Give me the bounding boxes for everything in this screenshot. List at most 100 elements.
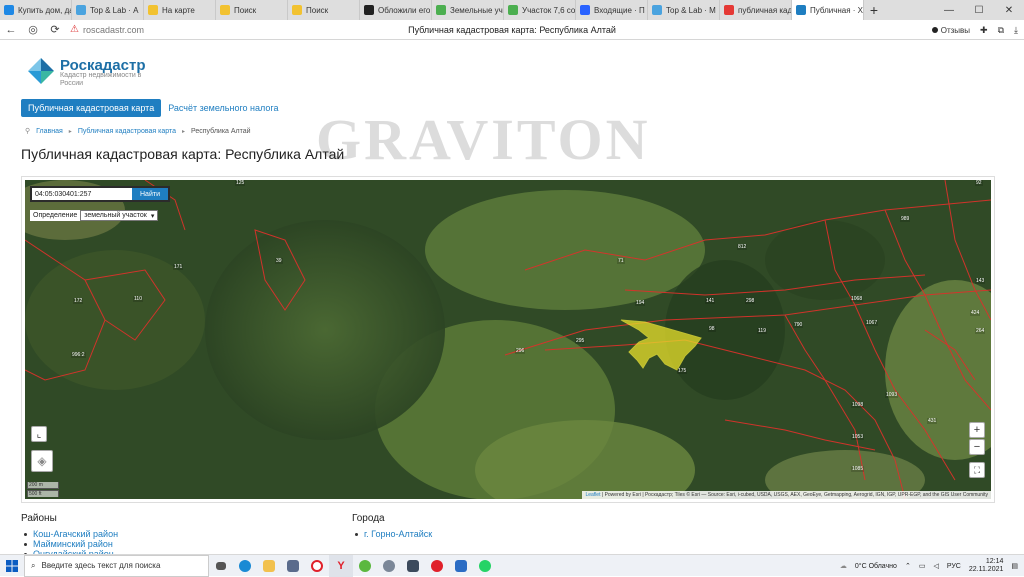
breadcrumb: ⚲ Главная ▸ Публичная кадастровая карта … [25, 127, 251, 136]
opera-icon[interactable] [305, 555, 329, 577]
volume-icon[interactable]: ◁ [933, 562, 938, 570]
tab-favicon-icon [652, 5, 662, 15]
tab-label: Купить дом, да [18, 5, 72, 15]
parcel-number-label: 39 [275, 258, 283, 264]
parcel-number-label: 1098 [851, 402, 865, 408]
maximize-button[interactable]: ☐ [964, 0, 994, 20]
browser-tab[interactable]: Обложили его [360, 0, 432, 20]
tab-favicon-icon [364, 5, 374, 15]
tab-favicon-icon [724, 5, 734, 15]
brand-subtitle: Кадастр недвижимости в России [60, 72, 142, 87]
parcel-number-label: 175 [677, 368, 688, 374]
parcel-number-label: 989 [900, 216, 911, 222]
store-icon[interactable] [281, 555, 305, 577]
zoom-out-button[interactable]: − [969, 439, 985, 455]
breadcrumb-separator-icon: ▸ [68, 128, 72, 135]
collections-icon[interactable]: ⧉ [998, 25, 1004, 36]
browser-tab[interactable]: Публичная · Х [792, 0, 864, 20]
site-nav: Публичная кадастровая карта Расчёт земел… [21, 99, 285, 117]
photos-icon[interactable] [449, 555, 473, 577]
url-field[interactable]: ⚠ roscadastr.com [70, 24, 144, 35]
weather-icon[interactable]: ☁ [840, 562, 847, 570]
yandex-icon[interactable] [425, 555, 449, 577]
parcel-number-label: 790 [793, 322, 804, 328]
language-indicator[interactable]: РУС [947, 563, 961, 570]
close-window-button[interactable]: ✕ [994, 0, 1024, 20]
start-button[interactable] [0, 555, 24, 577]
breadcrumb-map[interactable]: Публичная кадастровая карта [78, 128, 176, 135]
scale-metric: 200 m [27, 482, 59, 489]
browser-tab[interactable]: Земельные уч [432, 0, 504, 20]
region-link[interactable]: Майминский район [24, 539, 118, 549]
browser-tab[interactable]: На карте [144, 0, 216, 20]
minimize-button[interactable]: — [934, 0, 964, 20]
regions-title: Районы [21, 513, 57, 524]
scale-imperial: 500 ft [27, 490, 59, 497]
tab-favicon-icon [4, 5, 14, 15]
warning-icon: ⚠ [70, 24, 79, 35]
cities-title: Города [352, 513, 385, 524]
tab-label: Обложили его [378, 5, 431, 15]
reload-icon[interactable]: ⟳ [44, 20, 66, 40]
edge-icon[interactable] [233, 555, 257, 577]
notifications-icon[interactable]: ▤ [1011, 562, 1018, 570]
file-explorer-icon[interactable] [257, 555, 281, 577]
tab-favicon-icon [292, 5, 302, 15]
parcel-number-label: 298 [745, 298, 756, 304]
taskbar-search[interactable]: ⌕ Введите здесь текст для поиска [24, 554, 209, 577]
browser-tab[interactable]: Участок 7,6 со [504, 0, 576, 20]
definition-label: Определение [33, 212, 78, 219]
breadcrumb-home[interactable]: Главная [36, 128, 63, 135]
tray-chevron-icon[interactable]: ⌃ [905, 562, 911, 570]
tab-label: Входящие · П [594, 5, 645, 15]
weather-text[interactable]: 0°C Облачно [855, 563, 897, 570]
measure-tool-button[interactable]: ⌞ [31, 426, 47, 442]
leaflet-link[interactable]: Leaflet [585, 492, 600, 498]
tab-label: Top & Lab · М [666, 5, 716, 15]
parcel-number-label: 110 [133, 296, 143, 302]
cadastral-number-input[interactable] [32, 188, 132, 200]
task-view-icon[interactable] [209, 555, 233, 577]
browser-tab[interactable]: Top & Lab · А [72, 0, 144, 20]
bookmark-icon[interactable]: ✚ [980, 25, 988, 36]
browser-tab[interactable]: Поиск [216, 0, 288, 20]
browser-tab[interactable]: Купить дом, да [0, 0, 72, 20]
download-icon[interactable]: ⤓ [1014, 25, 1018, 36]
settings-icon[interactable] [377, 555, 401, 577]
region-link[interactable]: Кош-Агачский район [24, 529, 118, 539]
cities-list: г. Горно-Алтайск [355, 529, 432, 539]
back-icon[interactable]: ← [0, 20, 22, 40]
url-text: roscadastr.com [82, 24, 144, 35]
tab-land-tax[interactable]: Расчёт земельного налога [161, 99, 285, 117]
tab-label: Поиск [234, 5, 257, 15]
clock[interactable]: 12:14 22.11.2021 [969, 558, 1004, 574]
tab-favicon-icon [508, 5, 518, 15]
feedback-button[interactable]: Отзывы [931, 26, 970, 35]
search-button[interactable]: Найти [132, 188, 168, 200]
search-icon: ⌕ [31, 560, 36, 570]
breadcrumb-separator-icon: ▸ [181, 128, 185, 135]
browser-tab[interactable]: Входящие · П [576, 0, 648, 20]
home-pin-icon: ⚲ [25, 128, 31, 135]
cadastral-map[interactable]: 125 171 172 110 39 996:2 194 141 98 295 92 119 790 10… [25, 180, 991, 499]
address-bar: ← ◎ ⟳ ⚠ roscadastr.com Публичная кадастр… [0, 20, 1024, 40]
zoom-in-button[interactable]: + [969, 422, 985, 438]
fullscreen-button[interactable]: ⛶ [969, 462, 985, 478]
parcel-number-label: 1068 [850, 296, 864, 302]
browser-tab[interactable]: публичная кад [720, 0, 792, 20]
browser-tab[interactable]: Поиск [288, 0, 360, 20]
yandex-browser-icon[interactable]: Y [329, 554, 353, 577]
whatsapp-icon[interactable] [473, 555, 497, 577]
new-tab-button[interactable]: + [864, 0, 884, 20]
tab-label: Top & Lab · А [90, 5, 139, 15]
network-icon[interactable]: ▭ [919, 562, 926, 570]
browser-tab[interactable]: Top & Lab · М [648, 0, 720, 20]
whatsapp-green-icon[interactable] [353, 555, 377, 577]
security-icon[interactable] [401, 555, 425, 577]
layers-button[interactable]: ◈ [31, 450, 53, 472]
definition-select[interactable]: земельный участок ▾ [80, 210, 159, 221]
tab-cadastral-map[interactable]: Публичная кадастровая карта [21, 99, 162, 117]
tab-favicon-icon [76, 5, 86, 15]
city-link[interactable]: г. Горно-Алтайск [355, 529, 432, 539]
extension-icon[interactable]: ◎ [22, 20, 44, 40]
